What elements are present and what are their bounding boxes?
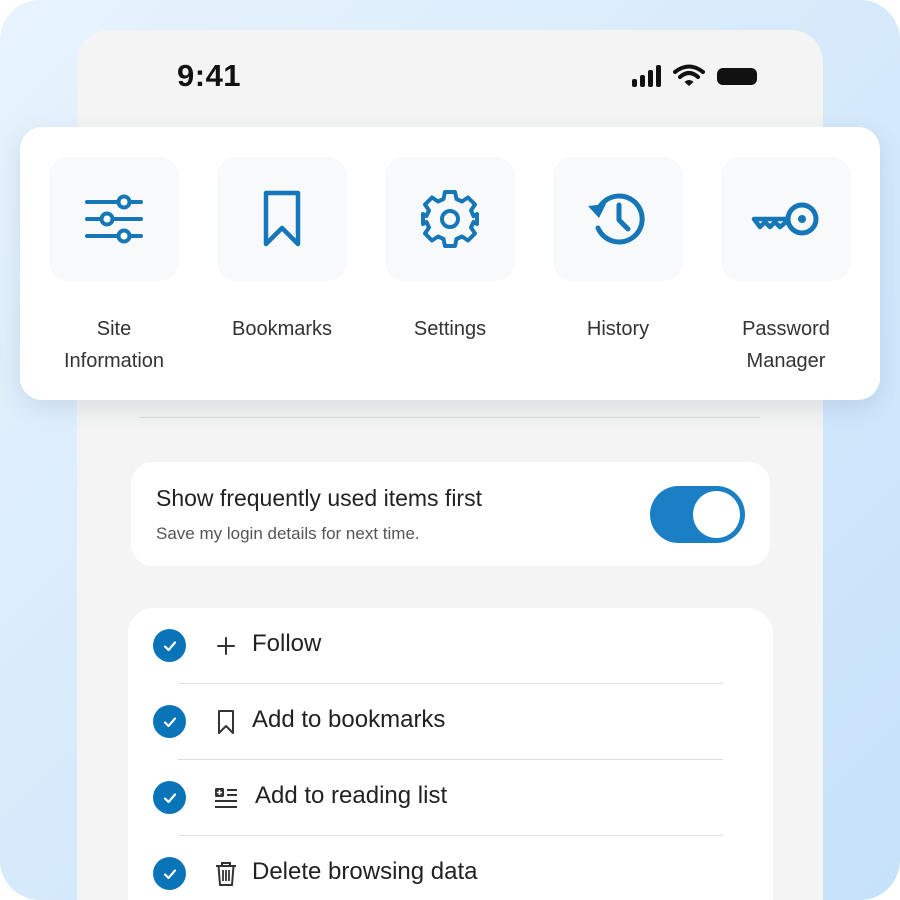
reading-list-icon xyxy=(214,784,238,812)
preference-title: Show frequently used items first xyxy=(156,485,482,511)
history-icon[interactable] xyxy=(553,157,683,281)
trash-icon xyxy=(214,860,238,888)
check-icon[interactable] xyxy=(153,857,186,890)
list-item-label: Add to bookmarks xyxy=(252,706,446,733)
preference-card: Show frequently used items first Save my… xyxy=(131,462,770,566)
list-item-follow[interactable]: Follow xyxy=(128,608,773,684)
list-item-label: Add to reading list xyxy=(255,782,448,809)
list-item-label: Follow xyxy=(252,630,322,657)
quick-action-label: Password Manager xyxy=(742,318,830,372)
divider xyxy=(140,417,760,418)
quick-action-password-manager[interactable]: Password Manager xyxy=(702,157,870,377)
list-item-label: Delete browsing data xyxy=(252,858,478,885)
list-item-add-to-reading-list[interactable]: Add to reading list xyxy=(128,760,773,836)
status-icons xyxy=(632,64,757,88)
key-icon[interactable] xyxy=(721,157,851,281)
quick-action-settings[interactable]: Settings xyxy=(366,157,534,345)
wifi-icon xyxy=(673,64,705,86)
quick-action-bookmarks[interactable]: Bookmarks xyxy=(198,157,366,345)
quick-action-label: Site Information xyxy=(63,318,165,372)
quick-action-label: Bookmarks xyxy=(231,318,333,340)
actions-list: Follow Add to bookmarks Add to reading l… xyxy=(128,608,773,900)
quick-action-history[interactable]: History xyxy=(534,157,702,345)
check-icon[interactable] xyxy=(153,705,186,738)
quick-action-label: Settings xyxy=(413,318,487,340)
quick-action-site-information[interactable]: Site Information xyxy=(30,157,198,377)
bookmark-icon[interactable] xyxy=(217,157,347,281)
sliders-icon[interactable] xyxy=(49,157,179,281)
check-icon[interactable] xyxy=(153,781,186,814)
plus-icon xyxy=(214,632,238,660)
toggle-knob xyxy=(693,491,740,538)
bookmark-outline-icon xyxy=(214,708,238,736)
background: 9:41 Show frequently used items first Sa… xyxy=(0,0,900,900)
list-item-delete-browsing-data[interactable]: Delete browsing data xyxy=(128,836,773,900)
list-item-add-to-bookmarks[interactable]: Add to bookmarks xyxy=(128,684,773,760)
battery-icon xyxy=(717,67,757,85)
preference-subtitle: Save my login details for next time. xyxy=(156,524,420,543)
cellular-signal-icon xyxy=(632,65,661,87)
quick-actions-card: Site Information Bookmarks Settings Hist… xyxy=(20,127,880,400)
quick-action-label: History xyxy=(586,318,650,340)
gear-icon[interactable] xyxy=(385,157,515,281)
status-time: 9:41 xyxy=(177,58,242,93)
preference-toggle[interactable] xyxy=(650,486,745,543)
check-icon[interactable] xyxy=(153,629,186,662)
